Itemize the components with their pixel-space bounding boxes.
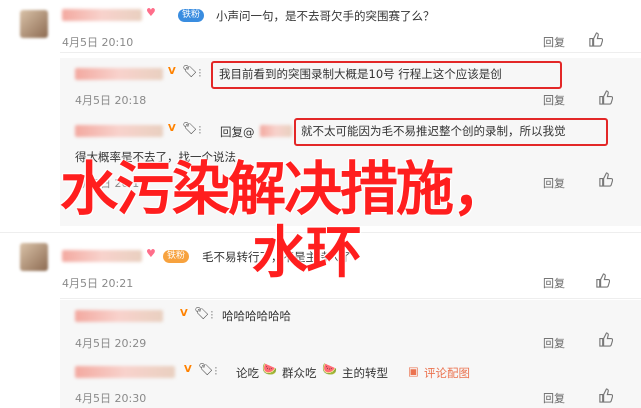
thumbs-up-icon[interactable] [598, 90, 614, 105]
username[interactable] [62, 250, 142, 262]
watermelon-icon: 🍉 [322, 362, 337, 376]
dots-icon: ⁝ [210, 308, 214, 322]
mention-username[interactable] [260, 125, 292, 137]
username[interactable] [75, 68, 163, 80]
reply-button[interactable]: 回复 [543, 275, 565, 291]
comment-time: 4月5日 20:30 [75, 392, 147, 405]
comment-time: 4月5日 20:18 [75, 94, 147, 107]
thumbs-up-icon[interactable] [598, 388, 614, 403]
overlay-subtitle: 水环 [252, 221, 362, 286]
comment-text: 就不太可能因为毛不易推迟整个创的录制，所以我觉 [301, 124, 566, 138]
dots-icon: ⁝ [198, 123, 202, 137]
fan-icon: 🏷 [182, 121, 198, 135]
comment-text: 主的转型 [342, 366, 388, 380]
separator [60, 52, 641, 53]
username[interactable] [75, 310, 163, 322]
comment-time: 4月5日 20:10 [62, 36, 134, 49]
comment-image-link[interactable]: 评论配图 [424, 365, 470, 381]
separator [60, 298, 641, 299]
dots-icon: ⁝ [214, 364, 218, 378]
avatar[interactable] [20, 243, 48, 271]
comment-time: 4月5日 20:21 [62, 277, 134, 290]
vip-icon: V [168, 123, 176, 134]
reply-button[interactable]: 回复 [543, 34, 565, 50]
reply-button[interactable]: 回复 [543, 175, 565, 191]
dots-icon: ⁝ [198, 66, 202, 80]
fan-icon: 🏷 [198, 362, 214, 376]
username[interactable] [75, 366, 175, 378]
comment-text: 哈哈哈哈哈哈 [222, 309, 291, 323]
thumbs-up-icon[interactable] [588, 32, 604, 47]
comment-text: 群众吃 [282, 366, 317, 380]
reply-button[interactable]: 回复 [543, 92, 565, 108]
fan-icon: 🏷 [194, 306, 210, 320]
thumbs-up-icon[interactable] [598, 172, 614, 187]
thumbs-up-icon[interactable] [595, 273, 611, 288]
fan-icon: 🏷 [182, 64, 198, 78]
fan-badge: 铁粉 [178, 9, 205, 22]
thumbs-up-icon[interactable] [598, 332, 614, 347]
fan-badge: 铁粉 [163, 250, 190, 263]
vip-icon: V [180, 308, 188, 319]
reply-prefix: 回复@ [220, 125, 255, 139]
heart-icon: ♥ [146, 6, 156, 19]
comment-time: 4月5日 20:29 [75, 337, 147, 350]
heart-icon: ♥ [146, 247, 156, 260]
comment-text: 论吃 [236, 366, 259, 380]
comment-text: 小声问一句，是不去哥欠手的突围赛了么？ [216, 9, 435, 23]
image-icon[interactable]: ▣ [408, 364, 419, 378]
vip-icon: V [168, 66, 176, 77]
vip-icon: V [184, 364, 192, 375]
watermelon-icon: 🍉 [262, 362, 277, 376]
comment-text: 我目前看到的突围录制大概是10号 行程上这个应该是创 [219, 67, 502, 81]
username[interactable] [62, 9, 142, 21]
reply-button[interactable]: 回复 [543, 390, 565, 406]
reply-button[interactable]: 回复 [543, 335, 565, 351]
username[interactable] [75, 125, 163, 137]
avatar[interactable] [20, 10, 48, 38]
